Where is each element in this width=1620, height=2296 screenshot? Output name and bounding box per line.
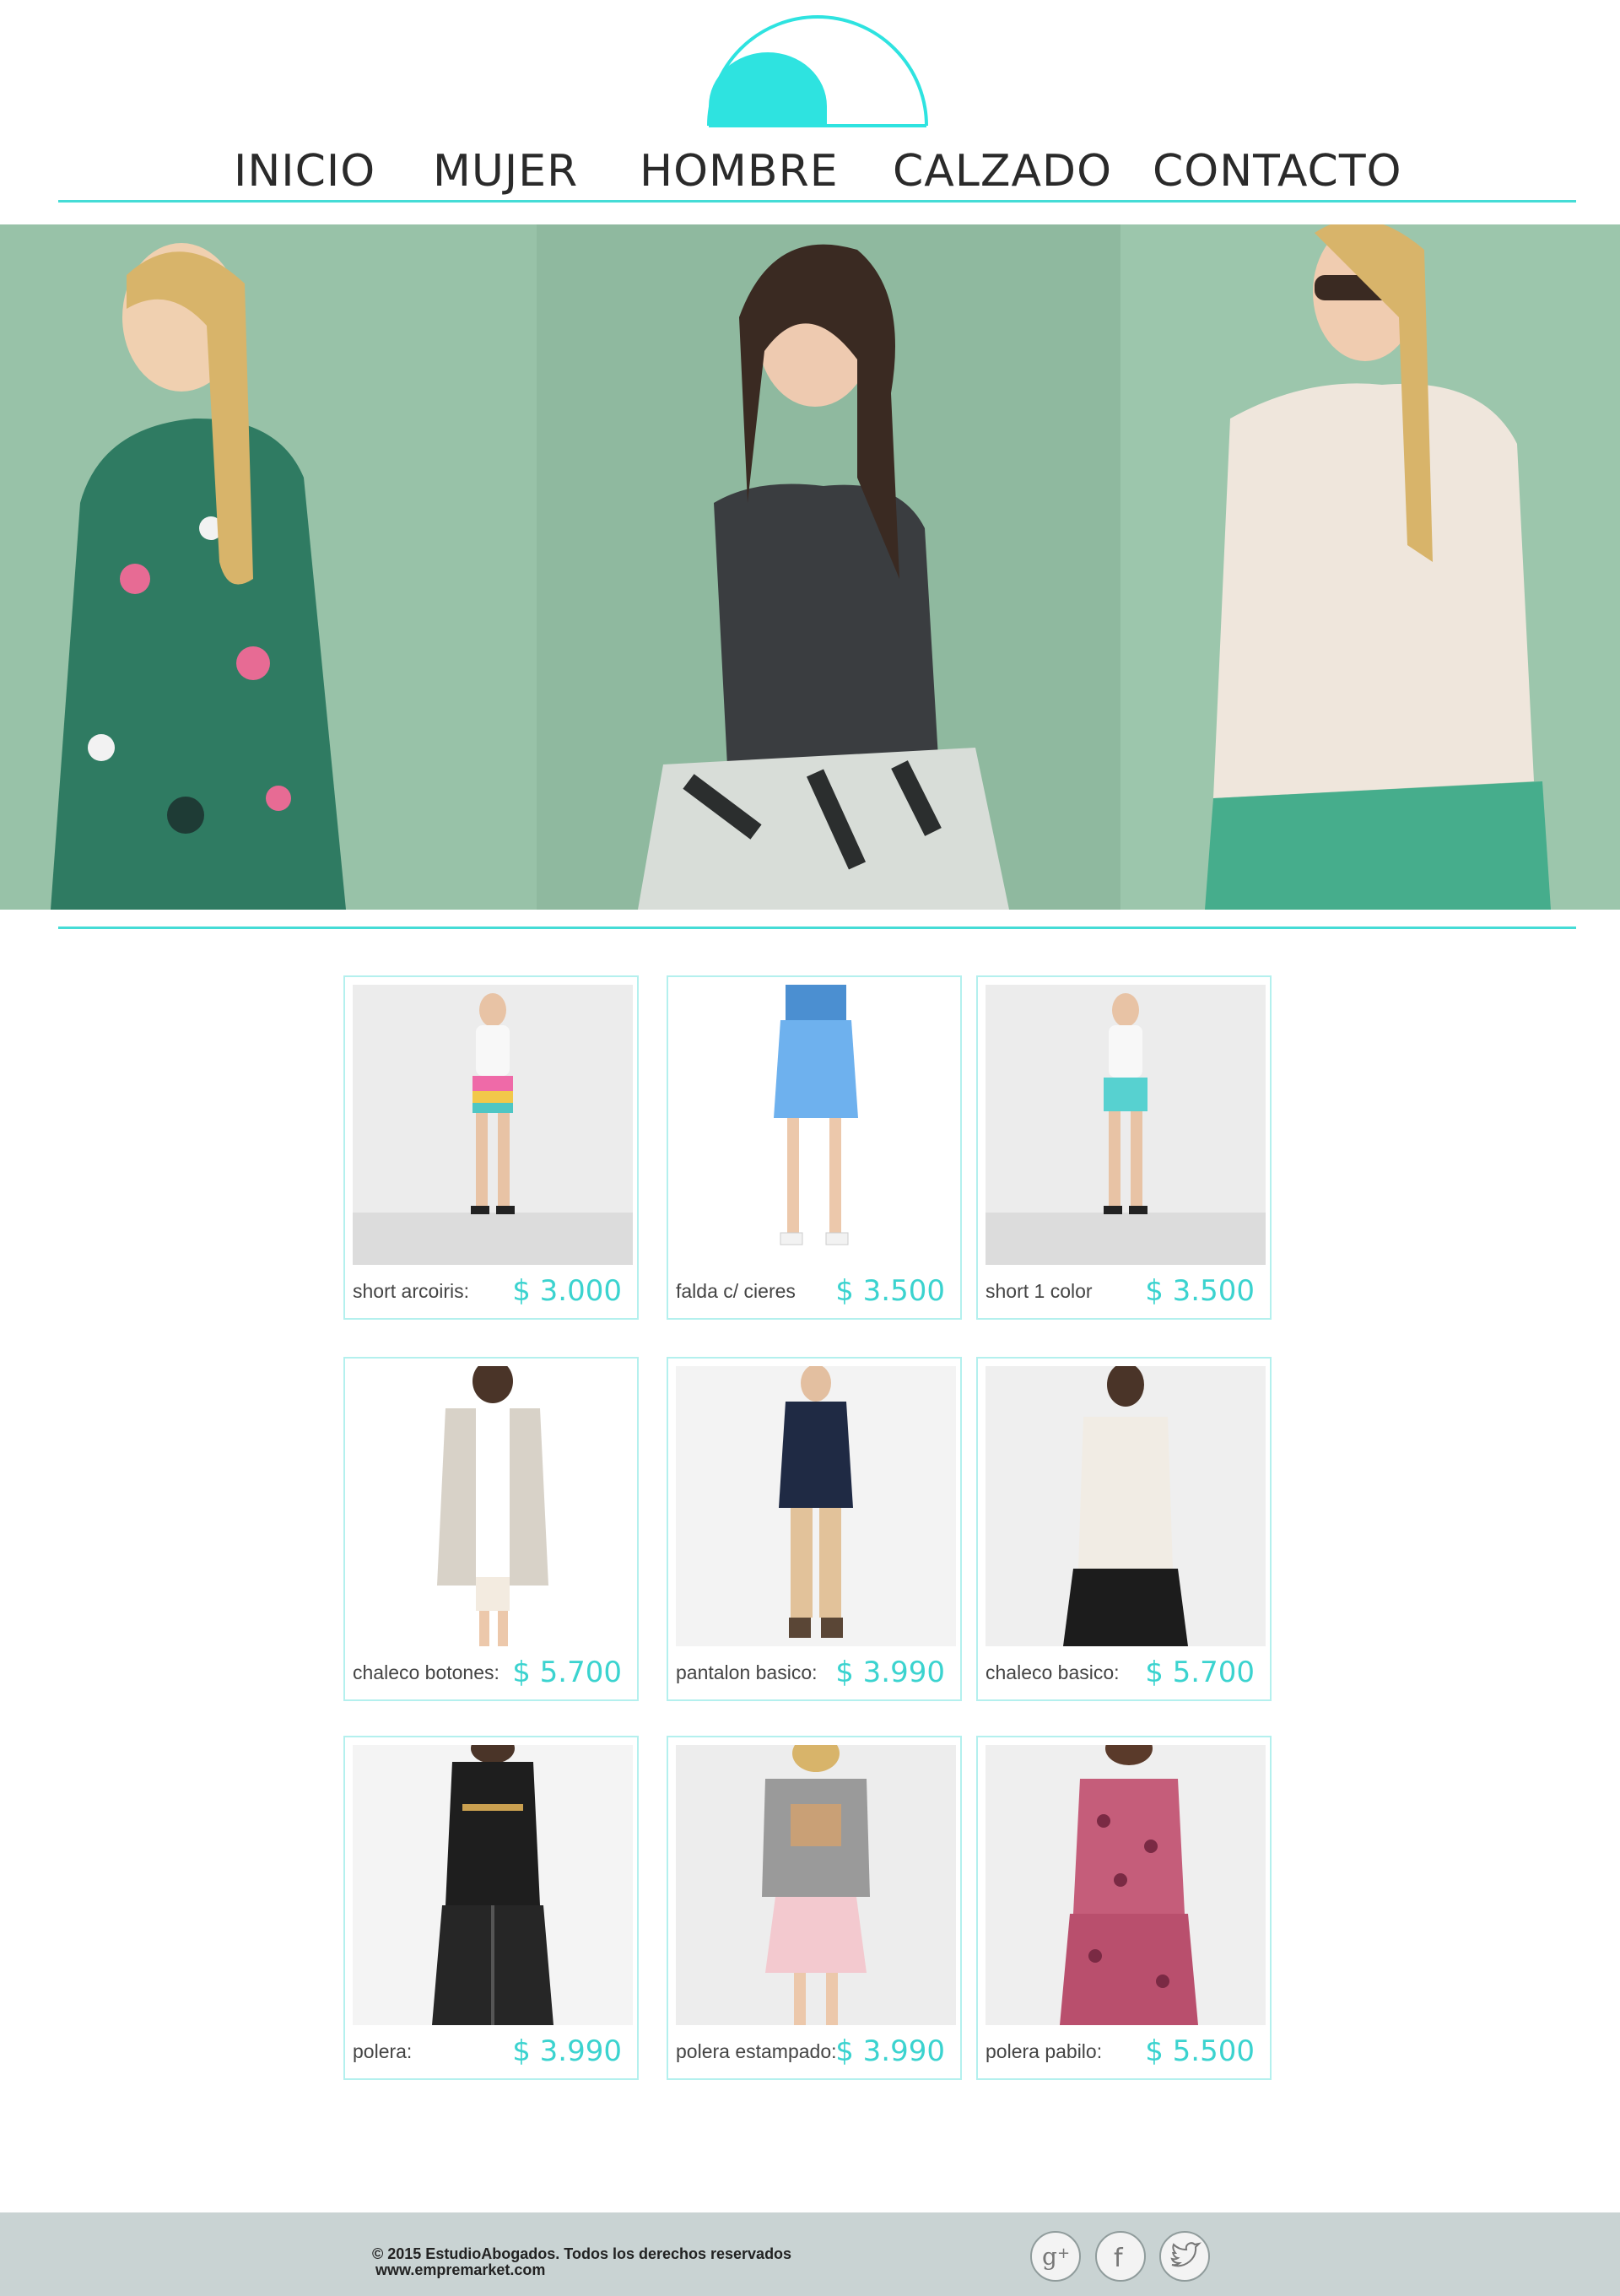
- product-price: $ 5.500: [1145, 2034, 1255, 2068]
- product-card[interactable]: polera pabilo: $ 5.500: [976, 1736, 1272, 2080]
- hero-model-floral: [0, 224, 537, 910]
- product-name: short 1 color: [986, 1280, 1093, 1302]
- nav-item-contacto[interactable]: CONTACTO: [1153, 142, 1402, 201]
- website-link[interactable]: www.empremarket.com: [372, 2262, 791, 2278]
- product-card[interactable]: polera: $ 3.990: [343, 1736, 639, 2080]
- svg-text:+: +: [1057, 2245, 1070, 2262]
- hero-banner: [0, 224, 1620, 910]
- product-image: [676, 1366, 956, 1646]
- product-image: [986, 1745, 1266, 2025]
- product-price: $ 3.500: [1145, 1274, 1255, 1308]
- product-name: chaleco botones:: [353, 1661, 500, 1683]
- product-price: $ 5.700: [512, 1656, 622, 1689]
- product-card[interactable]: short 1 color $ 3.500: [976, 975, 1272, 1320]
- nav-item-mujer[interactable]: MUJER: [433, 142, 578, 201]
- svg-text:f: f: [1114, 2244, 1124, 2273]
- hero-model-dark-top: [537, 224, 1120, 910]
- nav-divider: [58, 200, 1576, 203]
- product-price: $ 3.990: [835, 2034, 945, 2068]
- nav-item-hombre[interactable]: HOMBRE: [640, 142, 839, 201]
- brand-logo[interactable]: [707, 7, 928, 127]
- product-name: chaleco basico:: [986, 1661, 1120, 1683]
- main-nav: INICIO MUJER HOMBRE CALZADO CONTACTO: [0, 142, 1620, 201]
- product-name: polera pabilo:: [986, 2040, 1103, 2062]
- product-price: $ 3.000: [512, 1274, 622, 1308]
- product-name: pantalon basico:: [676, 1661, 818, 1683]
- product-image: [986, 1366, 1266, 1646]
- product-name: short arcoiris:: [353, 1280, 470, 1302]
- footer: © 2015 EstudioAbogados. Todos los derech…: [0, 2212, 1620, 2296]
- facebook-icon[interactable]: f: [1095, 2231, 1146, 2282]
- footer-copyright: © 2015 EstudioAbogados. Todos los derech…: [372, 2246, 791, 2278]
- twitter-icon[interactable]: [1159, 2231, 1210, 2282]
- product-name: polera estampado:: [676, 2040, 837, 2062]
- product-image: [676, 985, 956, 1265]
- product-image: [353, 1366, 633, 1646]
- product-card[interactable]: chaleco basico: $ 5.700: [976, 1357, 1272, 1701]
- product-card[interactable]: short arcoiris: $ 3.000: [343, 975, 639, 1320]
- product-image: [986, 985, 1266, 1265]
- hero-model-lace-top: [1120, 224, 1620, 910]
- product-image: [676, 1745, 956, 2025]
- product-price: $ 3.990: [835, 1656, 945, 1689]
- product-card[interactable]: chaleco botones: $ 5.700: [343, 1357, 639, 1701]
- product-name: falda c/ cieres: [676, 1280, 796, 1302]
- product-price: $ 3.500: [835, 1274, 945, 1308]
- product-image: [353, 1745, 633, 2025]
- product-card[interactable]: polera estampado: $ 3.990: [667, 1736, 962, 2080]
- product-card[interactable]: falda c/ cieres $ 3.500: [667, 975, 962, 1320]
- product-image: [353, 985, 633, 1265]
- product-price: $ 3.990: [512, 2034, 622, 2068]
- product-price: $ 5.700: [1145, 1656, 1255, 1689]
- google-plus-icon[interactable]: g +: [1030, 2231, 1081, 2282]
- product-name: polera:: [353, 2040, 413, 2062]
- svg-text:g: g: [1042, 2243, 1057, 2271]
- product-card[interactable]: pantalon basico: $ 3.990: [667, 1357, 962, 1701]
- nav-item-inicio[interactable]: INICIO: [234, 142, 375, 201]
- hero-divider: [58, 927, 1576, 929]
- nav-item-calzado[interactable]: CALZADO: [893, 142, 1112, 201]
- copyright-text: © 2015 EstudioAbogados. Todos los derech…: [372, 2245, 792, 2262]
